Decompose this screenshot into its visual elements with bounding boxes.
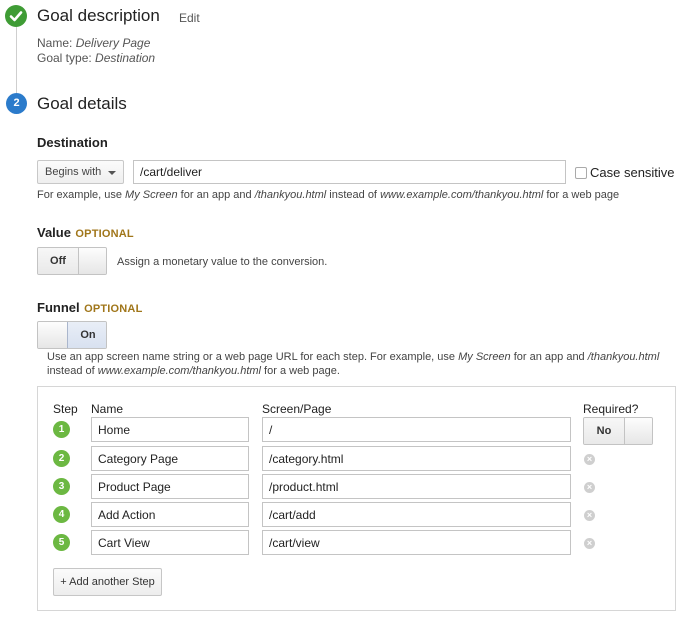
match-type-value: Begins with (45, 166, 102, 178)
hint-example-url: www.example.com/thankyou.html (380, 189, 544, 201)
chevron-down-icon (108, 171, 116, 175)
goal-name-line: Name: Delivery Page (37, 36, 150, 51)
funnel-toggle-label: On (67, 322, 106, 348)
value-toggle-label: Off (38, 248, 78, 274)
funnel-heading: Funnel OPTIONAL (37, 299, 143, 317)
remove-step-icon[interactable]: × (584, 482, 595, 493)
step-number-badge: 2 (6, 93, 27, 114)
column-header-required: Required? (583, 402, 639, 416)
step-complete-indicator (5, 5, 27, 27)
step-name-input[interactable] (91, 530, 249, 555)
step-name-input[interactable] (91, 417, 249, 442)
hint-example-url: www.example.com/thankyou.html (97, 365, 261, 377)
value-toggle-knob (78, 248, 106, 274)
column-header-name: Name (91, 402, 124, 416)
destination-label: Destination (37, 135, 108, 150)
funnel-hint: Use an app screen name string or a web p… (47, 350, 677, 378)
required-toggle-knob (624, 418, 652, 444)
remove-step-icon[interactable]: × (584, 538, 595, 549)
hint-example-path: /thankyou.html (254, 189, 327, 201)
edit-goal-description-link[interactable]: Edit (179, 11, 200, 25)
step-number-badge: 2 (53, 450, 70, 467)
step-name-input[interactable] (91, 446, 249, 471)
step-name-input[interactable] (91, 502, 249, 527)
step-name-input[interactable] (91, 474, 249, 499)
column-header-step: Step (53, 402, 78, 416)
goal-type-label: Goal type: (37, 51, 92, 65)
column-header-screen: Screen/Page (262, 402, 332, 416)
goal-name-label: Name: (37, 36, 73, 50)
remove-step-icon[interactable]: × (584, 510, 595, 521)
step-connector-line (16, 26, 17, 94)
add-another-step-button[interactable]: + Add another Step (53, 568, 162, 596)
funnel-toggle[interactable]: On (37, 321, 107, 349)
step-number-badge: 3 (53, 478, 70, 495)
match-type-select[interactable]: Begins with (37, 160, 124, 184)
goal-name-value: Delivery Page (75, 36, 151, 50)
funnel-toggle-knob (38, 322, 67, 348)
hint-text: instead of (326, 189, 381, 201)
funnel-hint-line2: instead of www.example.com/thankyou.html… (47, 364, 677, 378)
funnel-optional-tag: OPTIONAL (84, 303, 143, 315)
value-label: Value (37, 225, 71, 240)
remove-step-icon[interactable]: × (584, 454, 595, 465)
value-optional-tag: OPTIONAL (75, 228, 134, 240)
goal-details-title: Goal details (37, 94, 127, 113)
hint-text: instead of (47, 365, 98, 377)
goal-type-value: Destination (95, 51, 156, 65)
value-description: Assign a monetary value to the conversio… (117, 256, 328, 268)
hint-text: for an app and (510, 351, 588, 363)
hint-text: for an app and (177, 189, 255, 201)
hint-text: For example, use (37, 189, 126, 201)
step-screen-input[interactable] (262, 530, 571, 555)
step-screen-input[interactable] (262, 474, 571, 499)
required-toggle-label: No (584, 418, 624, 444)
hint-text: Use an app screen name string or a web p… (47, 351, 459, 363)
case-sensitive-label[interactable]: Case sensitive (590, 165, 675, 180)
funnel-label: Funnel (37, 300, 80, 315)
required-toggle[interactable]: No (583, 417, 653, 445)
hint-example-app: My Screen (125, 189, 178, 201)
step-screen-input[interactable] (262, 417, 571, 442)
value-heading: Value OPTIONAL (37, 224, 134, 242)
hint-example-app: My Screen (458, 351, 511, 363)
step-number-badge: 5 (53, 534, 70, 551)
destination-hint: For example, use My Screen for an app an… (37, 188, 619, 202)
funnel-hint-line1: Use an app screen name string or a web p… (47, 350, 677, 364)
step-screen-input[interactable] (262, 502, 571, 527)
hint-text: for a web page. (261, 365, 340, 377)
destination-input[interactable] (133, 160, 566, 184)
goal-description-title: Goal description (37, 6, 160, 25)
hint-text: for a web page (543, 189, 620, 201)
checkmark-icon (9, 11, 23, 22)
hint-example-path: /thankyou.html (587, 351, 660, 363)
step-screen-input[interactable] (262, 446, 571, 471)
funnel-steps-panel: Step Name Screen/Page Required? 1 No 2 ×… (37, 386, 676, 611)
step-number-badge: 4 (53, 506, 70, 523)
step-number-badge: 1 (53, 421, 70, 438)
case-sensitive-checkbox[interactable] (575, 167, 587, 179)
value-toggle[interactable]: Off (37, 247, 107, 275)
goal-type-line: Goal type: Destination (37, 51, 155, 66)
